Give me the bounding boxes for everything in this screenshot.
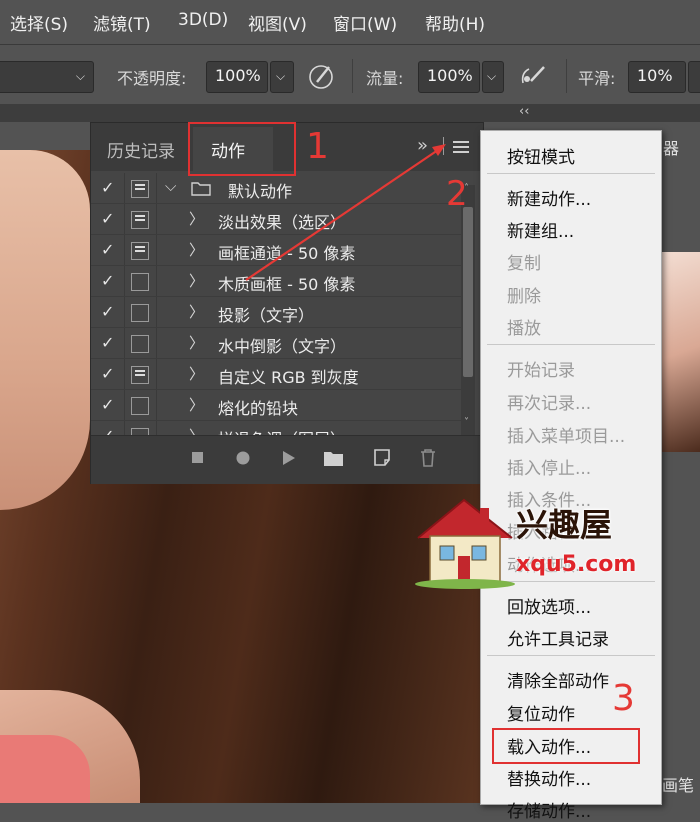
watermark-url: xqu5.com (516, 552, 637, 577)
watermark-house-icon (415, 498, 515, 589)
step-2-label: 2 (446, 174, 468, 214)
watermark-title: 兴趣屋 (516, 506, 613, 544)
annotation-arrow (245, 144, 446, 281)
